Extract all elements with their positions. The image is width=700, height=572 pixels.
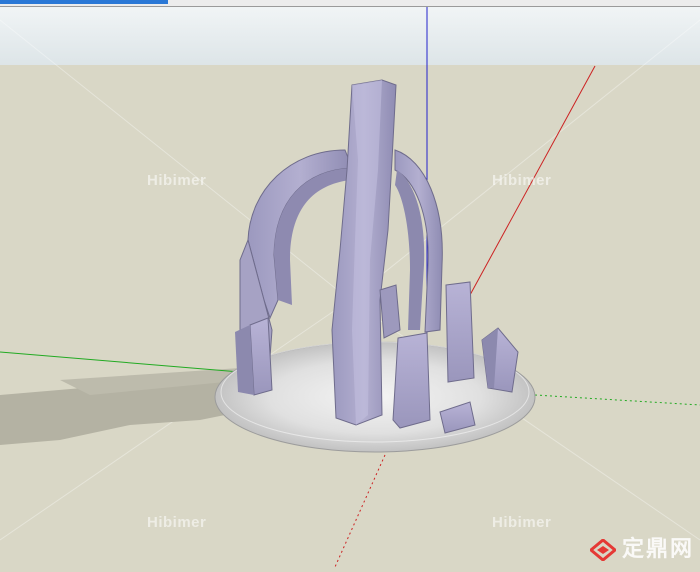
title-bar bbox=[0, 0, 700, 7]
sky bbox=[0, 0, 700, 65]
watermark-text: Hibimer bbox=[147, 172, 207, 189]
stone-right-tall bbox=[445, 281, 475, 383]
scene-canvas[interactable] bbox=[0, 0, 700, 568]
site-logo-text: 定鼎网 bbox=[621, 537, 694, 562]
stone-middle bbox=[392, 332, 431, 429]
model-viewport[interactable]: Hibimer Hibimer Hibimer Hibimer 定鼎网 bbox=[0, 0, 700, 568]
watermark-text: Hibimer bbox=[492, 172, 552, 189]
progress-bar bbox=[0, 0, 168, 4]
stone-center-small bbox=[379, 284, 401, 339]
diamond-logo-icon bbox=[590, 539, 616, 561]
watermark-text: Hibimer bbox=[147, 514, 207, 531]
watermark-text: Hibimer bbox=[492, 514, 552, 531]
